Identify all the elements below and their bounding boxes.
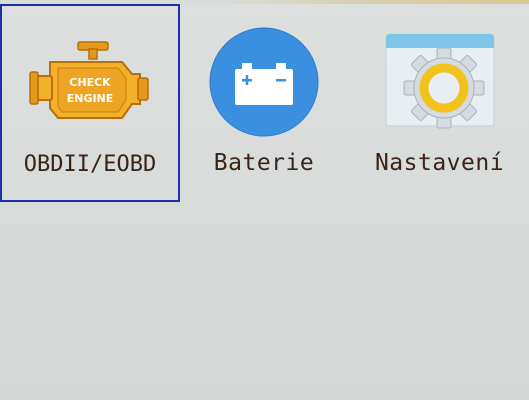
engine-icon-text-bottom: ENGINE — [67, 92, 114, 105]
engine-icon-text-top: CHECK — [69, 76, 111, 89]
menu-item-label: Nastavení — [374, 150, 505, 176]
menu-item-label: OBDII/EOBD — [23, 152, 157, 177]
settings-gear-icon — [350, 30, 529, 134]
battery-icon — [190, 27, 338, 137]
menu-item-baterie[interactable]: Baterie — [190, 4, 338, 202]
menu-item-label: Baterie — [213, 150, 315, 176]
menu-item-nastaveni[interactable]: Nastavení — [350, 4, 529, 202]
menu-item-obdii-eobd[interactable]: CHECK ENGINE OBDII/EOBD — [0, 4, 180, 202]
check-engine-icon: CHECK ENGINE — [2, 32, 178, 136]
